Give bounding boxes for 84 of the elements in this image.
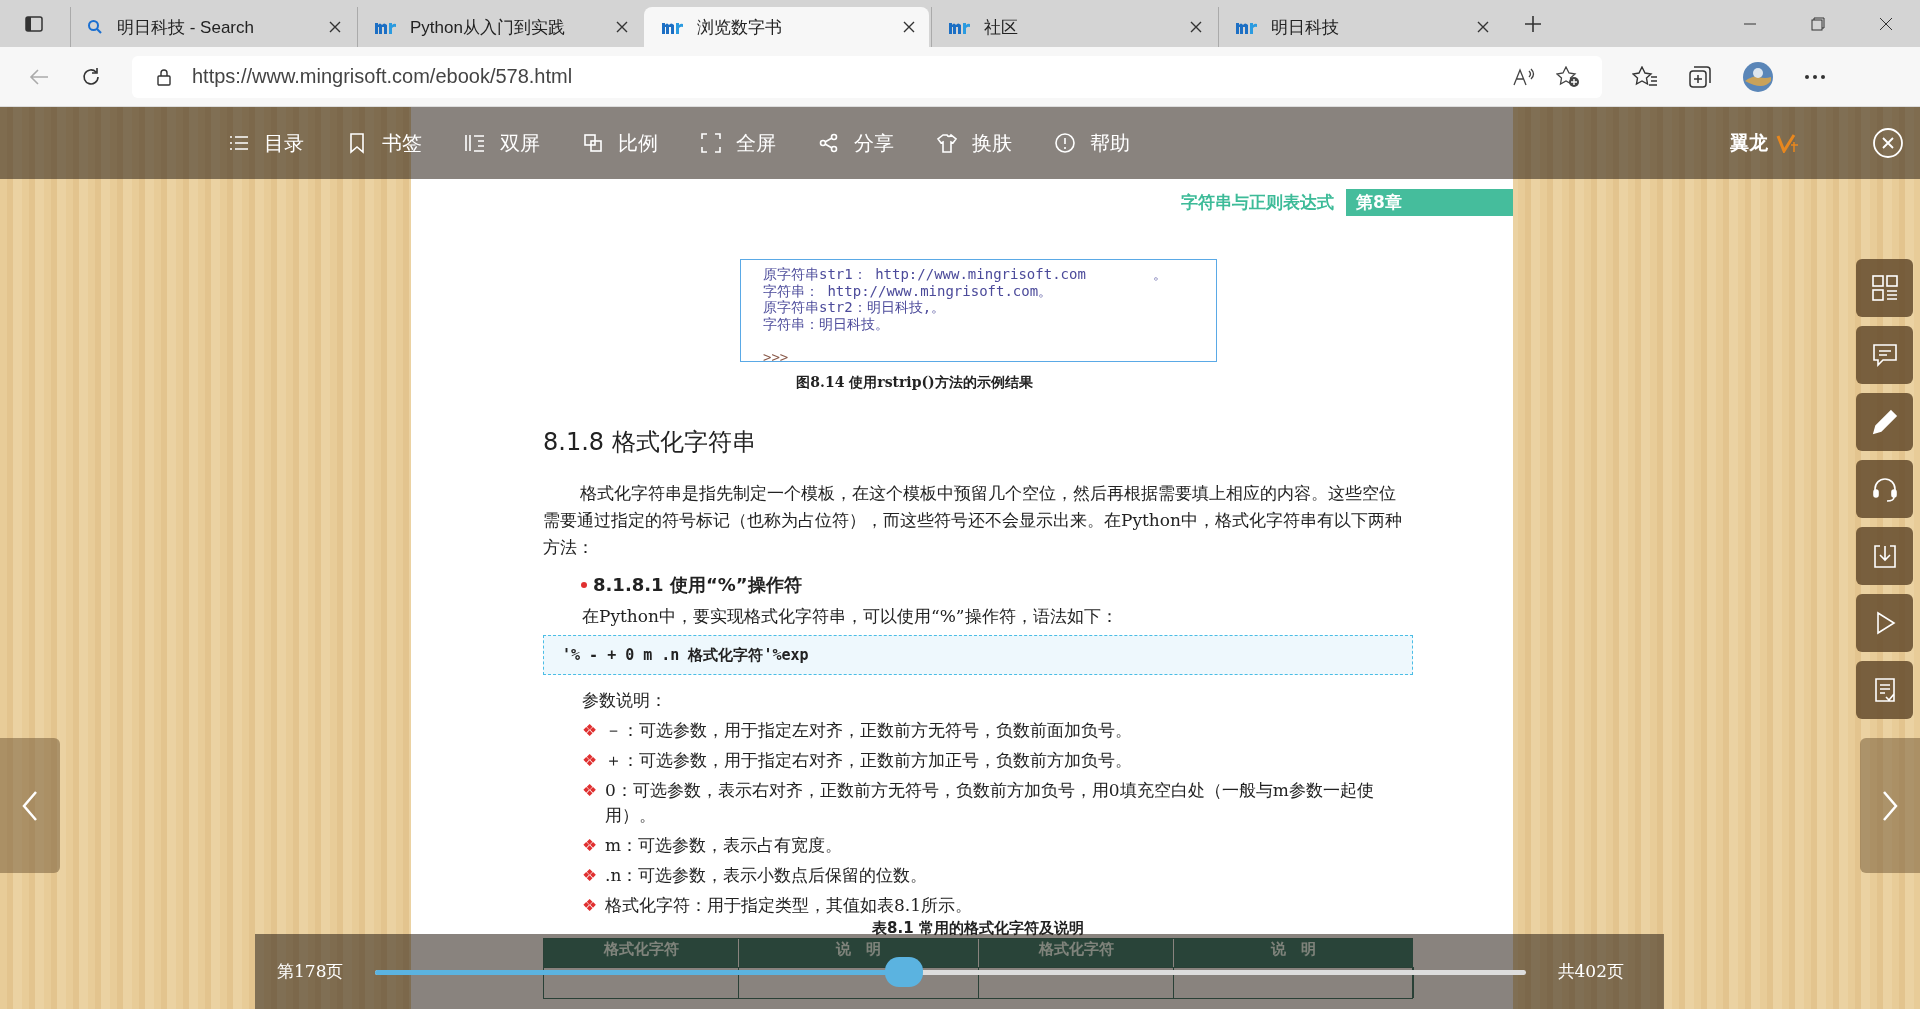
close-icon[interactable]: [903, 21, 915, 33]
side-tool-button[interactable]: [1856, 460, 1913, 518]
help-icon: [1054, 132, 1076, 154]
chapter-label: 第8章: [1346, 189, 1513, 216]
tab-actions-icon[interactable]: [24, 13, 44, 34]
read-aloud-icon[interactable]: [1512, 66, 1536, 87]
collections-icon[interactable]: [1688, 64, 1712, 89]
param-description: .n：可选参数，表示小数点后保留的位数。: [605, 864, 928, 887]
subsection-heading: 8.1.8.1 使用“%”操作符: [593, 573, 802, 597]
browser-tab[interactable]: 浏览数字书: [644, 7, 929, 47]
scale-icon: [582, 132, 604, 154]
side-tool-button[interactable]: [1856, 527, 1913, 585]
toolbar-button[interactable]: 书签: [346, 129, 422, 157]
headset-icon: [1870, 475, 1899, 503]
toolbar-button[interactable]: 全屏: [700, 129, 776, 157]
address-field[interactable]: https://www.mingrisoft.com/ebook/578.html: [132, 55, 1602, 98]
paragraph: 在Python中，要实现格式化字符串，可以使用“%”操作符，语法如下：: [582, 605, 1119, 628]
current-page: 第178页: [277, 960, 344, 983]
profile-avatar-icon[interactable]: [1742, 60, 1774, 93]
toolbar-button[interactable]: 比例: [582, 129, 658, 157]
brand-name: 翼龙: [1730, 130, 1768, 155]
chevron-left-icon: [21, 789, 39, 822]
bullet-mark: ❖: [582, 749, 597, 772]
table-header-cell: 说 明: [1174, 939, 1414, 967]
bullet-mark: ❖: [582, 719, 597, 742]
side-tool-button[interactable]: [1856, 326, 1913, 384]
pencil-icon: [1870, 408, 1899, 436]
close-icon[interactable]: [616, 21, 628, 33]
paragraph: 格式化字符串是指先制定一个模板，在这个模板中预留几个空位，然后再根据需要填上相应的内容。这些空位需要通过指定的符号标记（也称为占位符），而这些符号还不会显示出来。在Python中，格式化字符串有以下两种方法：: [543, 482, 1403, 559]
bullet-icon: [581, 582, 587, 588]
table-header-cell: 格式化字符: [979, 939, 1174, 967]
param-description: 0：可选参数，表示右对齐，正数前方无符号，负数前方加负号，用0填充空白处（一般与m参数一起使用）。: [605, 779, 1375, 827]
side-tool-button[interactable]: [1856, 661, 1913, 719]
running-head: 字符串与正则表达式: [1181, 191, 1334, 214]
toolbar-button[interactable]: 换肤: [936, 129, 1012, 157]
bullet-mark: ❖: [582, 834, 597, 857]
console-line: 字符串：明日科技。: [763, 315, 890, 332]
close-icon[interactable]: [329, 21, 341, 33]
favorites-icon[interactable]: [1632, 65, 1658, 88]
page-slider[interactable]: [375, 956, 1526, 987]
console-line: 原字符串str2：明日科技,。: [763, 299, 947, 316]
refresh-icon[interactable]: [80, 65, 102, 88]
table-header-cell: 格式化字符: [544, 939, 739, 967]
section-heading: 8.1.8 格式化字符串: [543, 427, 757, 458]
new-tab-icon[interactable]: [1523, 13, 1543, 34]
shirt-icon: [936, 132, 958, 154]
restore-icon[interactable]: [1811, 16, 1825, 31]
side-tool-button[interactable]: [1856, 594, 1913, 652]
add-favorite-icon[interactable]: [1556, 65, 1580, 88]
share-icon: [818, 132, 840, 154]
chevron-right-icon: [1881, 789, 1899, 822]
table-caption: 表8.1 常用的格式化字符及说明: [871, 919, 1085, 938]
close-icon[interactable]: [1190, 21, 1202, 33]
columns-icon: [464, 132, 486, 154]
total-pages: 共402页: [1557, 960, 1624, 983]
side-tool-button[interactable]: [1856, 393, 1913, 451]
fullscreen-icon: [700, 132, 722, 154]
toolbar-button[interactable]: 目录: [228, 129, 304, 157]
console-line: 原字符串str1： http://www.mingrisoft.com 。: [763, 266, 1169, 283]
param-description: m：可选参数，表示占有宽度。: [605, 834, 843, 857]
grid-icon: [1870, 274, 1899, 302]
param-description: 格式化字符：用于指定类型，其值如表8.1所示。: [605, 894, 973, 917]
bullet-mark: ❖: [582, 894, 597, 917]
console-line: 字符串： http://www.mingrisoft.com。: [763, 282, 1054, 299]
search-icon: [87, 19, 103, 35]
close-icon[interactable]: [1477, 21, 1489, 33]
brand-logo-icon: [1776, 133, 1800, 153]
console-prompt: >>>: [763, 348, 790, 365]
close-icon[interactable]: [1879, 16, 1893, 31]
table-header-cell: 说 明: [739, 939, 979, 967]
param-description: －：可选参数，用于指定左对齐，正数前方无符号，负数前面加负号。: [605, 719, 1132, 742]
params-title: 参数说明：: [582, 689, 668, 712]
toolbar-button[interactable]: 双屏: [464, 129, 540, 157]
comment-icon: [1870, 341, 1899, 369]
toolbar-button[interactable]: 帮助: [1054, 129, 1130, 157]
bullet-mark: ❖: [582, 779, 597, 802]
side-tool-button[interactable]: [1856, 259, 1913, 317]
figure-caption: 图8.14 使用rstrip()方法的示例结果: [795, 374, 1034, 392]
more-icon[interactable]: [1804, 73, 1826, 80]
code-block: '% - + 0 m .n 格式化字符'%exp: [543, 635, 1413, 675]
lock-icon: [156, 67, 172, 86]
toolbar-button[interactable]: 分享: [818, 129, 894, 157]
param-description: ＋：可选参数，用于指定右对齐，正数前方加正号，负数前方加负号。: [605, 749, 1132, 772]
bullet-mark: ❖: [582, 864, 597, 887]
